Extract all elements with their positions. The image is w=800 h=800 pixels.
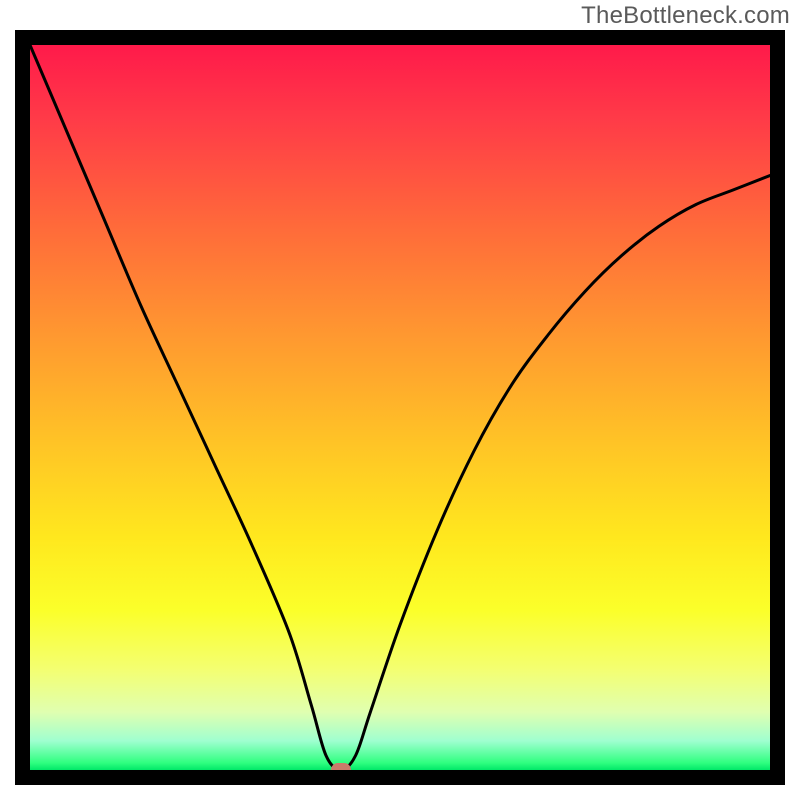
curve-layer <box>30 45 770 770</box>
bottleneck-curve <box>30 45 770 770</box>
minimum-marker <box>331 763 351 777</box>
chart-frame: TheBottleneck.com <box>0 0 800 800</box>
plot-area <box>15 30 785 785</box>
watermark-text: TheBottleneck.com <box>581 2 790 30</box>
